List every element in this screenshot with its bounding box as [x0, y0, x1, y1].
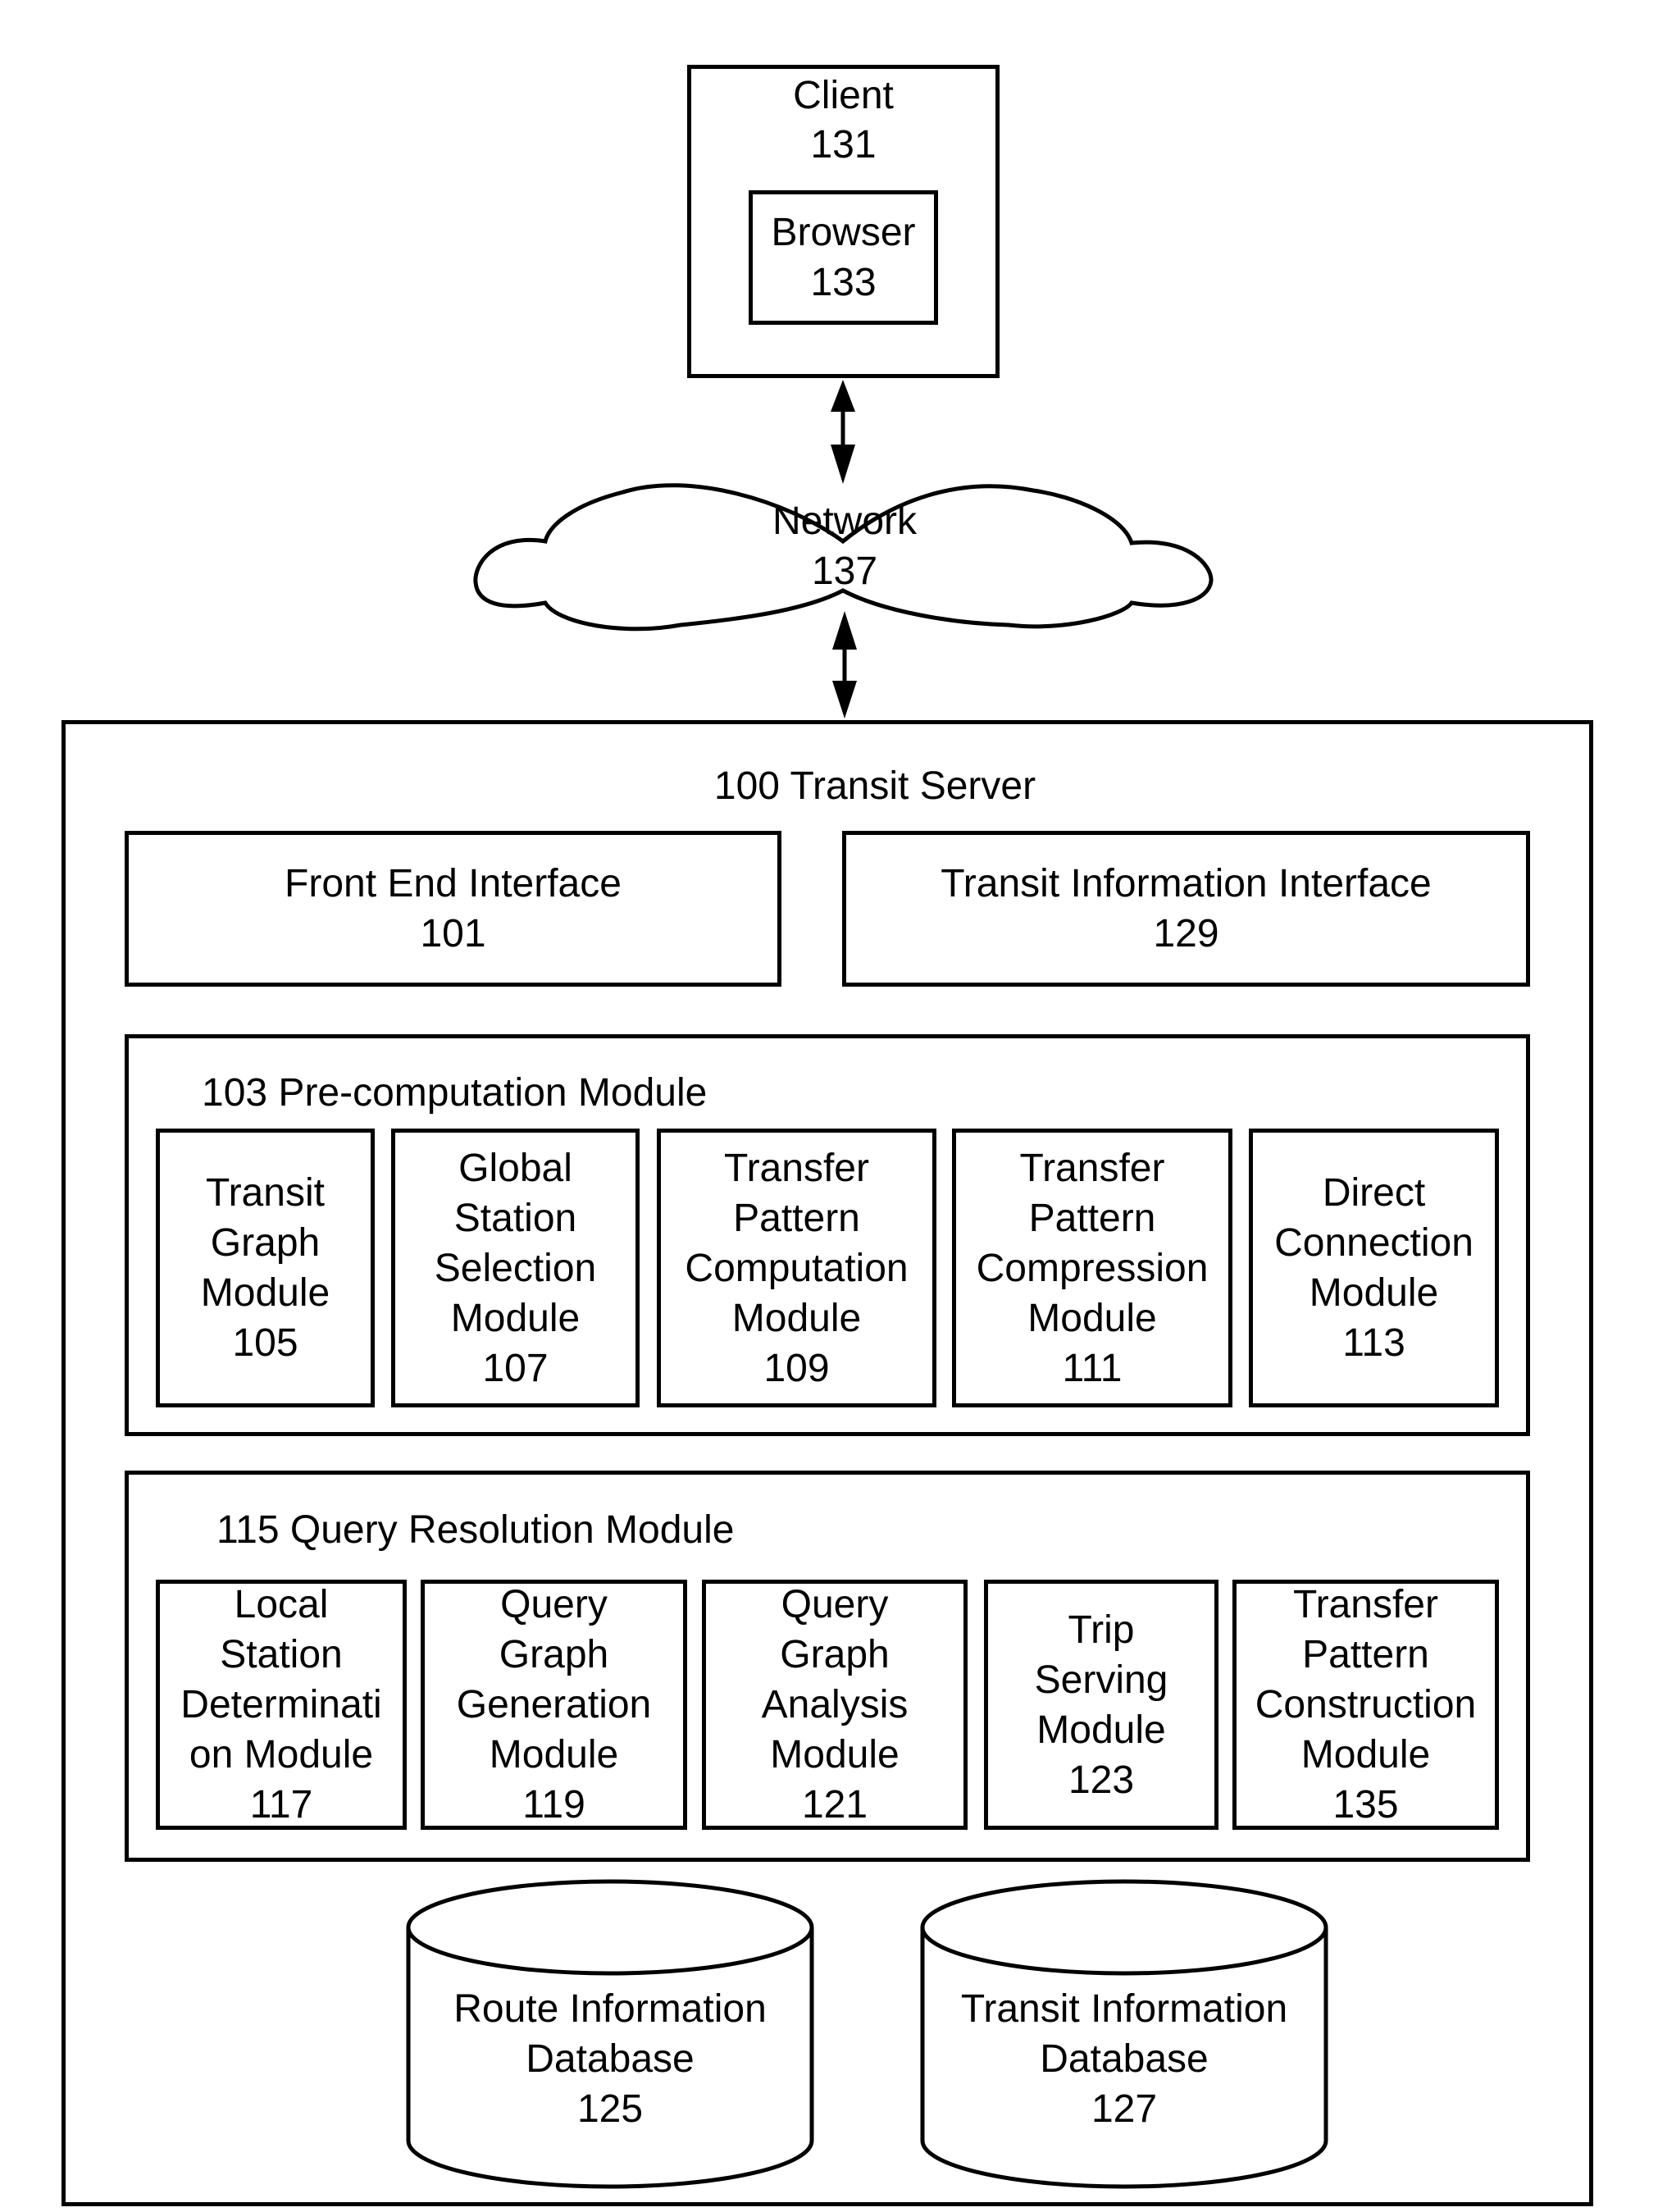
- module-label-line: Selection: [434, 1246, 597, 1290]
- module-label-line: Generation: [456, 1683, 652, 1726]
- local-station-determination-module: Local Station Determinati on Module 117: [156, 1580, 407, 1830]
- module-label-line: Local: [234, 1583, 329, 1626]
- module-label-line: Pattern: [1028, 1196, 1156, 1240]
- module-label-line: Query: [781, 1583, 889, 1626]
- module-label-line: Graph: [780, 1633, 890, 1676]
- module-number: 135: [1332, 1783, 1399, 1827]
- module-label-line: Global: [458, 1146, 572, 1190]
- module-label-line: Transfer: [1293, 1583, 1438, 1626]
- precomputation-title: 103 Pre-computation Module: [202, 1071, 708, 1115]
- module-label-line: Query: [500, 1583, 608, 1626]
- transit-info-interface-title: Transit Information Interface: [941, 862, 1432, 905]
- module-label-line: Module: [770, 1733, 900, 1776]
- client-network-arrow: [831, 380, 855, 484]
- database-label-line: Database: [1040, 2036, 1209, 2081]
- client-number: 131: [810, 123, 877, 166]
- database-number: 125: [576, 2087, 644, 2131]
- module-label-line: Graph: [210, 1221, 321, 1265]
- database-number: 127: [1091, 2087, 1158, 2131]
- module-label-line: Station: [220, 1633, 343, 1676]
- module-label-line: Module: [1300, 1733, 1431, 1776]
- module-label-line: Transfer: [724, 1146, 869, 1190]
- module-label-line: Module: [450, 1296, 581, 1340]
- module-label-line: Direct: [1322, 1171, 1426, 1215]
- database-label-line: Database: [526, 2036, 695, 2081]
- transfer-pattern-compression-module: Transfer Pattern Compression Module 111: [952, 1129, 1232, 1407]
- module-number: 121: [801, 1783, 868, 1827]
- module-label-line: Module: [1036, 1708, 1166, 1752]
- transfer-pattern-computation-module: Transfer Pattern Computation Module 109: [657, 1129, 936, 1407]
- front-end-number: 101: [420, 912, 486, 955]
- module-label-line: Module: [1027, 1296, 1157, 1340]
- module-label-line: Module: [731, 1296, 862, 1340]
- module-label-line: Connection: [1274, 1221, 1474, 1265]
- module-number: 111: [1062, 1346, 1123, 1390]
- module-label-line: on Module: [189, 1733, 374, 1776]
- front-end-interface: Front End Interface 101: [125, 831, 781, 987]
- module-label-line: Graph: [499, 1633, 609, 1676]
- transit-server-title: 100 Transit Server: [713, 764, 1036, 808]
- module-label-line: Module: [200, 1271, 330, 1315]
- database-label-line: Transit Information: [960, 1986, 1288, 2031]
- network-title: Network: [772, 499, 918, 543]
- module-label-line: Station: [453, 1196, 577, 1240]
- front-end-title: Front End Interface: [285, 862, 622, 905]
- browser-number: 133: [810, 261, 877, 304]
- module-label-line: Module: [489, 1733, 619, 1776]
- module-label-line: Computation: [685, 1246, 909, 1290]
- module-label-line: Module: [1309, 1271, 1439, 1315]
- module-number: 117: [249, 1783, 313, 1827]
- client-title: Client: [793, 74, 894, 117]
- browser-title: Browser: [771, 211, 916, 254]
- module-number: 105: [232, 1321, 298, 1365]
- module-label-line: Analysis: [761, 1683, 909, 1726]
- module-number: 109: [763, 1346, 830, 1390]
- module-label-line: Pattern: [1302, 1633, 1429, 1676]
- module-label-line: Trip: [1068, 1608, 1135, 1652]
- global-station-selection-module: Global Station Selection Module 107: [391, 1129, 640, 1407]
- transfer-pattern-construction-module: Transfer Pattern Construction Module 135: [1232, 1580, 1499, 1830]
- module-label-line: Determinati: [180, 1683, 382, 1726]
- module-label-line: Transit: [206, 1171, 325, 1215]
- query-graph-generation-module: Query Graph Generation Module 119: [421, 1580, 687, 1830]
- database-label-line: Route Information: [453, 1986, 767, 2031]
- transit-graph-module: Transit Graph Module 105: [156, 1129, 375, 1407]
- query-resolution-title: 115 Query Resolution Module: [216, 1508, 735, 1552]
- module-number: 113: [1342, 1321, 1405, 1365]
- module-number: 107: [482, 1346, 549, 1390]
- transit-information-database: Transit Information Database 127: [922, 1981, 1326, 2137]
- module-number: 123: [1068, 1758, 1135, 1802]
- network-server-arrow: [832, 611, 857, 718]
- route-information-database: Route Information Database 125: [408, 1981, 812, 2137]
- module-label-line: Compression: [976, 1246, 1209, 1290]
- browser-box: Browser 133: [749, 190, 938, 325]
- module-label-line: Construction: [1255, 1683, 1477, 1726]
- module-number: 119: [522, 1783, 585, 1827]
- transit-info-interface-number: 129: [1153, 912, 1219, 955]
- network-number: 137: [811, 550, 878, 593]
- module-label-line: Serving: [1034, 1658, 1168, 1702]
- module-label-line: Transfer: [1019, 1146, 1165, 1190]
- direct-connection-module: Direct Connection Module 113: [1249, 1129, 1499, 1407]
- trip-serving-module: Trip Serving Module 123: [984, 1580, 1218, 1830]
- query-graph-analysis-module: Query Graph Analysis Module 121: [702, 1580, 968, 1830]
- transit-information-interface: Transit Information Interface 129: [842, 831, 1530, 987]
- module-label-line: Pattern: [733, 1196, 860, 1240]
